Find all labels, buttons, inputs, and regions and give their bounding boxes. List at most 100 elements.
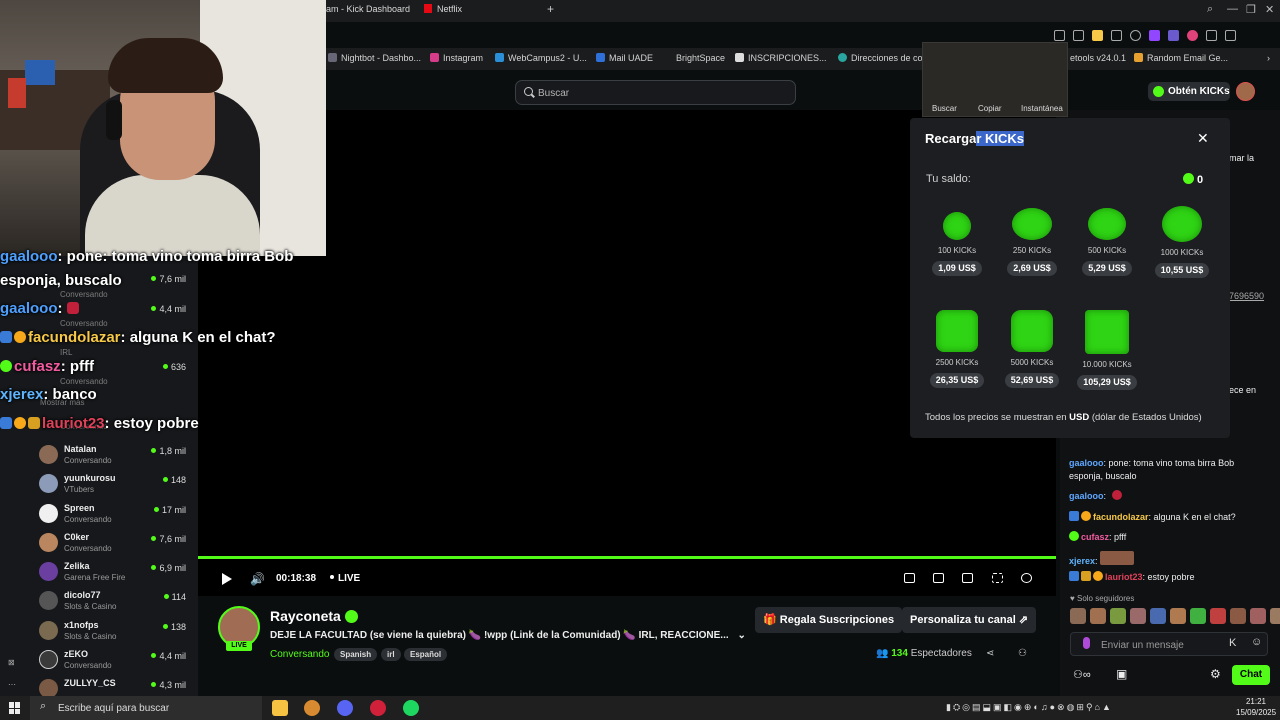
chevron-down-icon[interactable]: ⌄ (737, 630, 745, 641)
bookmark-mail-uade[interactable]: Mail UADE (596, 53, 653, 63)
system-clock[interactable]: 21:21 15/09/2025 (1236, 696, 1276, 718)
discord-icon[interactable] (337, 700, 353, 716)
extension-icon[interactable] (1092, 30, 1103, 41)
fullscreen-icon[interactable] (992, 573, 1003, 583)
tag-irl[interactable]: irl (381, 648, 401, 661)
emote-icon[interactable] (1170, 608, 1186, 624)
bookmark-nightbot[interactable]: Nightbot - Dashbo... (328, 53, 421, 63)
bookmark-webcampus[interactable]: WebCampus2 - U... (495, 53, 587, 63)
sidebar-collapse-icon[interactable]: ⊠ (8, 658, 15, 667)
extension-icon[interactable] (1168, 30, 1179, 41)
snip-search-button[interactable]: Buscar (932, 104, 957, 113)
kicks-pack-250[interactable]: 250 KICKs 2,69 US$ (1000, 208, 1064, 276)
snip-snapshot-button[interactable]: Instantánea (1021, 104, 1063, 113)
emote-icon[interactable] (1230, 608, 1246, 624)
taskbar-search[interactable]: ⌕ (30, 696, 262, 720)
tag-spanish[interactable]: Spanish (334, 648, 378, 661)
sidebar-item-natalan[interactable]: Natalan Conversando 1,8 mil (0, 442, 198, 471)
sidebar-item-spreen[interactable]: Spreen Conversando 17 mil (0, 501, 198, 530)
mini-player-icon[interactable] (904, 573, 915, 583)
sidebar-item-zullyy[interactable]: ZULLYY_CS 4,3 mil (0, 676, 198, 698)
kicks-pack-10000[interactable]: 10.000 KICKs 105,29 US$ (1075, 310, 1139, 390)
player-progress-bar[interactable] (198, 556, 1056, 559)
emote-icon[interactable] (1210, 608, 1226, 624)
extension-icon[interactable] (1187, 30, 1198, 41)
customize-channel-button[interactable]: Personaliza tu canal ⇗ (902, 607, 1037, 633)
emoji-icon[interactable]: ☺ (1251, 636, 1262, 648)
store-icon[interactable]: ▣ (1116, 667, 1127, 681)
snip-copy-button[interactable]: Copiar (978, 104, 1002, 113)
chat-settings-icon[interactable]: ⚙ (1210, 667, 1221, 681)
extension-icon[interactable] (1073, 30, 1084, 41)
gift-subs-button[interactable]: 🎁 Regala Suscripciones (755, 607, 903, 633)
search-tabs-icon[interactable]: ⌕ (1207, 3, 1213, 16)
emote-icon[interactable] (1130, 608, 1146, 624)
share-icon[interactable]: ⋖ (986, 648, 994, 659)
more-bookmarks-icon[interactable]: › (1267, 53, 1270, 63)
kick-emote-icon[interactable]: K (1229, 637, 1236, 649)
app-icon[interactable] (304, 700, 320, 716)
new-tab-button[interactable]: + (547, 2, 554, 16)
file-explorer-icon[interactable] (272, 700, 288, 716)
taskbar-search-input[interactable] (58, 701, 248, 715)
emote-icon[interactable] (1190, 608, 1206, 624)
sidebar-item-c0ker[interactable]: C0ker Conversando 7,6 mil (0, 530, 198, 559)
close-icon[interactable]: ✕ (1197, 130, 1209, 147)
tab-kick-dashboard[interactable]: am - Kick Dashboard (326, 4, 410, 14)
streamer-name[interactable]: Rayconeta (270, 608, 341, 624)
kicks-pack-5000[interactable]: 5000 KICKs 52,69 US$ (1000, 310, 1064, 388)
emote-icon[interactable] (1250, 608, 1266, 624)
minimize-icon[interactable]: — (1227, 3, 1238, 15)
tab-netflix[interactable]: Netflix (424, 4, 462, 14)
opera-gx-icon[interactable] (370, 700, 386, 716)
bookmark-inscripciones[interactable]: INSCRIPCIONES... (735, 53, 827, 63)
puzzle-icon[interactable] (1206, 30, 1217, 41)
emote-icon[interactable] (1090, 608, 1106, 624)
play-icon[interactable] (222, 573, 232, 585)
bookmark-etools[interactable]: etools v24.0.1 (1070, 53, 1126, 63)
sidebar-item-zeko[interactable]: zEKO Conversando 4,4 mil (0, 647, 198, 676)
user-avatar[interactable] (1236, 82, 1255, 101)
volume-icon[interactable]: 🔊 (250, 572, 265, 586)
get-kicks-button[interactable]: Obtén KICKs (1148, 82, 1230, 101)
stream-category[interactable]: Conversando (270, 649, 329, 660)
emote-icon[interactable] (1070, 608, 1086, 624)
system-tray-icons[interactable]: ▮⛭◎▤⬓▣◧◉⊕◐♫●⊗◍⊞⚲⌂▲ (946, 702, 1113, 713)
search-box[interactable] (515, 80, 796, 105)
extension-icon[interactable] (1054, 30, 1065, 41)
bookmark-instagram[interactable]: Instagram (430, 53, 483, 63)
chat-message-input[interactable] (1101, 638, 1211, 652)
close-window-icon[interactable]: ✕ (1265, 3, 1274, 16)
spotify-icon[interactable] (403, 700, 419, 716)
sidebar-item-x1nofps[interactable]: x1nofps Slots & Casino 138 (0, 618, 198, 647)
emote-icon[interactable] (1110, 608, 1126, 624)
play-icon[interactable] (1111, 30, 1122, 41)
send-chat-button[interactable]: Chat (1232, 665, 1270, 685)
kicks-pack-1000[interactable]: 1000 KICKs 10,55 US$ (1150, 206, 1214, 278)
bookmark-brightspace[interactable]: BrightSpace (676, 53, 725, 63)
search-input[interactable] (538, 85, 788, 101)
heart-icon[interactable] (1130, 30, 1141, 41)
download-icon[interactable] (1225, 30, 1236, 41)
bookmark-direcciones[interactable]: Direcciones de co... (838, 53, 930, 63)
theater-mode-icon[interactable] (962, 573, 973, 583)
sidebar-item-dicolo77[interactable]: dicolo77 Slots & Casino 114 (0, 588, 198, 617)
chat-input-box[interactable]: K ☺ (1070, 632, 1268, 656)
settings-gear-icon[interactable] (1021, 573, 1032, 583)
chat-users-icon[interactable]: ⚇∞ (1073, 668, 1091, 681)
microphone-icon[interactable] (1083, 637, 1090, 649)
bookmark-random-email[interactable]: Random Email Ge... (1134, 53, 1228, 63)
clip-icon[interactable] (933, 573, 944, 583)
kicks-pack-100[interactable]: 100 KICKs 1,09 US$ (925, 212, 989, 276)
sidebar-item-zelika[interactable]: Zelika Garena Free Fire 6,9 mil (0, 559, 198, 588)
restore-icon[interactable]: ❐ (1246, 3, 1256, 16)
twitch-icon[interactable] (1149, 30, 1160, 41)
sidebar-item-yuunkurosu[interactable]: yuunkurosu VTubers 148 (0, 471, 198, 500)
user-add-icon[interactable]: ⚇ (1018, 648, 1027, 659)
more-options-icon[interactable]: ⋯ (8, 680, 16, 689)
tag-espanol[interactable]: Español (404, 648, 448, 661)
emote-icon[interactable] (1150, 608, 1166, 624)
emote-icon[interactable] (1270, 608, 1280, 624)
windows-start-icon[interactable] (9, 702, 21, 714)
kicks-pack-500[interactable]: 500 KICKs 5,29 US$ (1075, 208, 1139, 276)
